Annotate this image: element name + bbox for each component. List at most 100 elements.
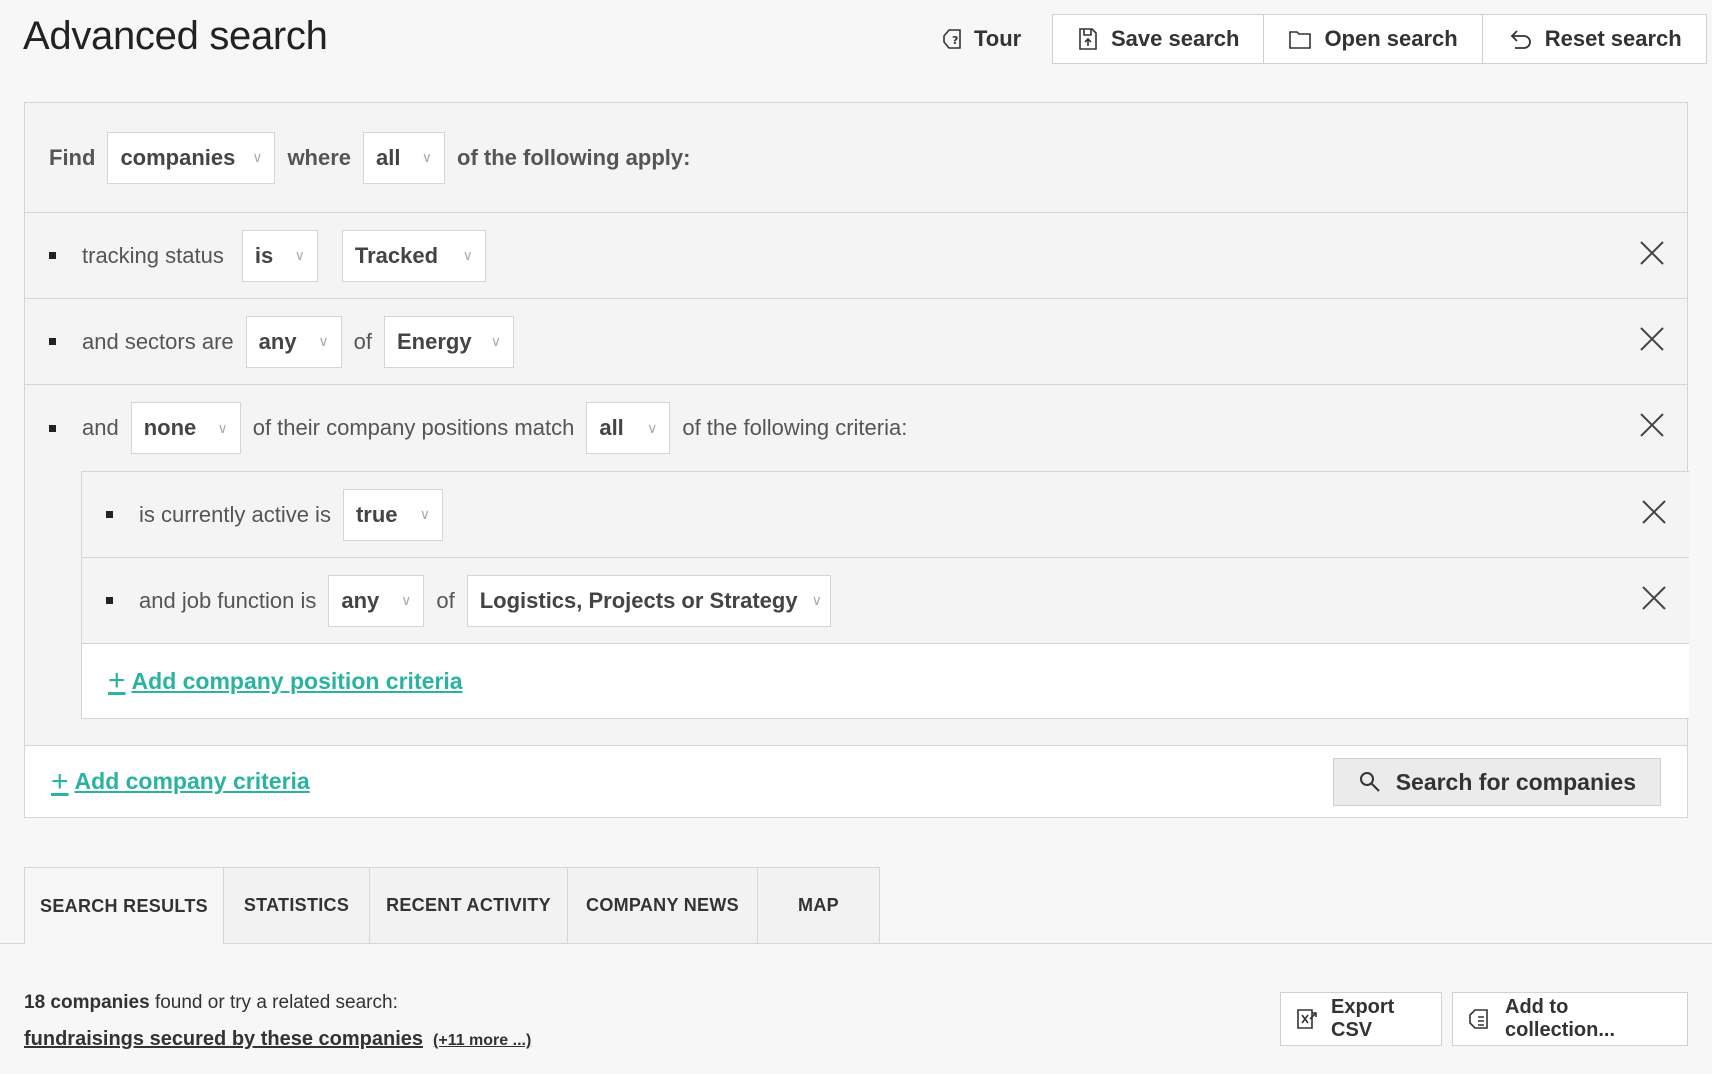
result-count: 18 companies	[24, 992, 150, 1013]
value-text: Tracked	[354, 242, 439, 268]
chevron-down-icon: ∨	[647, 419, 658, 436]
close-icon	[1640, 326, 1664, 351]
value-text: Energy	[397, 328, 472, 354]
tab-map[interactable]: MAP	[758, 867, 880, 944]
chevron-down-icon: ∨	[462, 247, 473, 263]
help-tag-icon: ?	[940, 27, 964, 51]
operator-value: any	[341, 587, 380, 613]
result-suffix: found or try a related search:	[149, 992, 398, 1013]
entity-value: companies	[120, 144, 236, 170]
value-select[interactable]: Energy ∨	[384, 315, 514, 368]
chevron-down-icon: ∨	[318, 333, 329, 349]
chevron-down-icon: ∨	[252, 149, 263, 165]
mode-value: all	[599, 415, 624, 440]
mode-select[interactable]: all ∨	[586, 402, 671, 454]
collection-icon	[1467, 1007, 1493, 1031]
close-icon	[1642, 585, 1666, 610]
tail-label: of the following criteria:	[682, 415, 908, 440]
reset-search-button[interactable]: Reset search	[1483, 15, 1706, 63]
plus-icon: +	[108, 664, 126, 697]
export-csv-button[interactable]: Export CSV	[1280, 992, 1442, 1046]
entity-select[interactable]: companies ∨	[107, 131, 276, 184]
add-position-row: + Add company position criteria	[82, 644, 1689, 718]
value-text: Logistics, Projects or Strategy	[479, 587, 798, 613]
chevron-down-icon: ∨	[401, 592, 412, 608]
search-for-companies-button[interactable]: Search for companies	[1332, 758, 1661, 806]
more-related-link[interactable]: (+11 more ...)	[433, 1032, 531, 1050]
tour-button[interactable]: ? Tour	[940, 20, 1021, 58]
sub-criterion-job-function: and job function is any ∨ of Logistics, …	[82, 558, 1689, 644]
tab-label: STATISTICS	[243, 895, 350, 915]
where-label: where	[287, 144, 352, 170]
operator-select[interactable]: any ∨	[245, 315, 342, 368]
search-actions: Save search Open search Reset search	[1052, 14, 1707, 64]
find-label: Find	[49, 144, 96, 170]
remove-criterion-button[interactable]	[1641, 499, 1667, 531]
add-position-label: Add company position criteria	[131, 667, 463, 694]
criterion-company-positions: and none ∨ of their company positions ma…	[25, 385, 1687, 471]
tab-label: SEARCH RESULTS	[40, 895, 208, 916]
close-icon	[1642, 499, 1666, 524]
bullet	[106, 597, 113, 604]
query-builder: Find companies ∨ where all ∨ of the foll…	[24, 102, 1689, 818]
add-company-row: + Add company criteria Search for compan…	[25, 745, 1687, 817]
value-select[interactable]: Tracked ∨	[341, 229, 486, 282]
open-search-label: Open search	[1324, 26, 1458, 51]
sub-criterion-label: and job function is	[139, 587, 317, 613]
tab-label: MAP	[798, 895, 839, 915]
operator-value: is	[254, 242, 274, 268]
reset-search-label: Reset search	[1544, 26, 1682, 51]
collection-label: Add to collection...	[1505, 996, 1616, 1041]
tab-label: RECENT ACTIVITY	[386, 895, 551, 915]
operator-select[interactable]: any ∨	[328, 574, 425, 627]
tab-recent-activity[interactable]: RECENT ACTIVITY	[370, 867, 568, 944]
plus-icon: +	[51, 764, 69, 798]
search-button-label: Search for companies	[1395, 768, 1636, 795]
header-bar: Advanced search ? Tour Save search Open …	[0, 0, 1712, 80]
remove-criterion-button[interactable]	[1639, 240, 1665, 272]
open-search-button[interactable]: Open search	[1264, 15, 1483, 63]
value-text: true	[355, 501, 398, 527]
of-label: of	[353, 328, 372, 354]
tab-statistics[interactable]: STATISTICS	[224, 867, 370, 944]
match-mode-value: all	[376, 144, 401, 170]
operator-value: none	[143, 415, 197, 440]
add-company-criteria-link[interactable]: + Add company criteria	[51, 764, 310, 798]
of-label: of	[436, 587, 455, 613]
value-select[interactable]: true ∨	[342, 488, 443, 541]
operator-select[interactable]: none ∨	[130, 402, 241, 454]
sub-criterion-label: is currently active is	[139, 501, 331, 527]
remove-criterion-button[interactable]	[1639, 412, 1665, 444]
bullet	[106, 511, 113, 518]
match-mode-select[interactable]: all ∨	[363, 131, 446, 184]
tab-label: COMPANY NEWS	[586, 895, 739, 915]
add-to-collection-button[interactable]: Add to collection...	[1452, 992, 1688, 1046]
tab-company-news[interactable]: COMPANY NEWS	[568, 867, 758, 944]
criterion-label: and	[82, 415, 119, 440]
bullet	[49, 424, 56, 432]
save-search-button[interactable]: Save search	[1053, 15, 1265, 63]
remove-criterion-button[interactable]	[1641, 585, 1667, 617]
chevron-down-icon: ∨	[811, 592, 822, 608]
tab-search-results[interactable]: SEARCH RESULTS	[24, 867, 224, 944]
criterion-label: and sectors are	[82, 328, 234, 354]
close-icon	[1640, 413, 1664, 437]
results-summary: 18 companies found or try a related sear…	[24, 992, 398, 1014]
value-select[interactable]: Logistics, Projects or Strategy ∨	[466, 574, 831, 627]
criterion-sectors: and sectors are any ∨ of Energy ∨	[25, 299, 1687, 385]
related-search-link[interactable]: fundraisings secured by these companies	[24, 1028, 423, 1051]
add-company-label: Add company criteria	[74, 768, 310, 794]
search-icon	[1358, 770, 1382, 794]
chevron-down-icon: ∨	[217, 419, 228, 436]
find-row: Find companies ∨ where all ∨ of the foll…	[25, 103, 1687, 213]
operator-select[interactable]: is ∨	[241, 229, 318, 282]
operator-value: any	[258, 328, 297, 354]
chevron-down-icon: ∨	[490, 333, 501, 349]
tour-label: Tour	[974, 26, 1022, 51]
chevron-down-icon: ∨	[421, 149, 433, 165]
save-icon	[1077, 27, 1099, 51]
add-position-criteria-link[interactable]: + Add company position criteria	[108, 666, 463, 696]
folder-icon	[1288, 28, 1312, 50]
close-icon	[1640, 240, 1664, 265]
remove-criterion-button[interactable]	[1639, 326, 1665, 358]
